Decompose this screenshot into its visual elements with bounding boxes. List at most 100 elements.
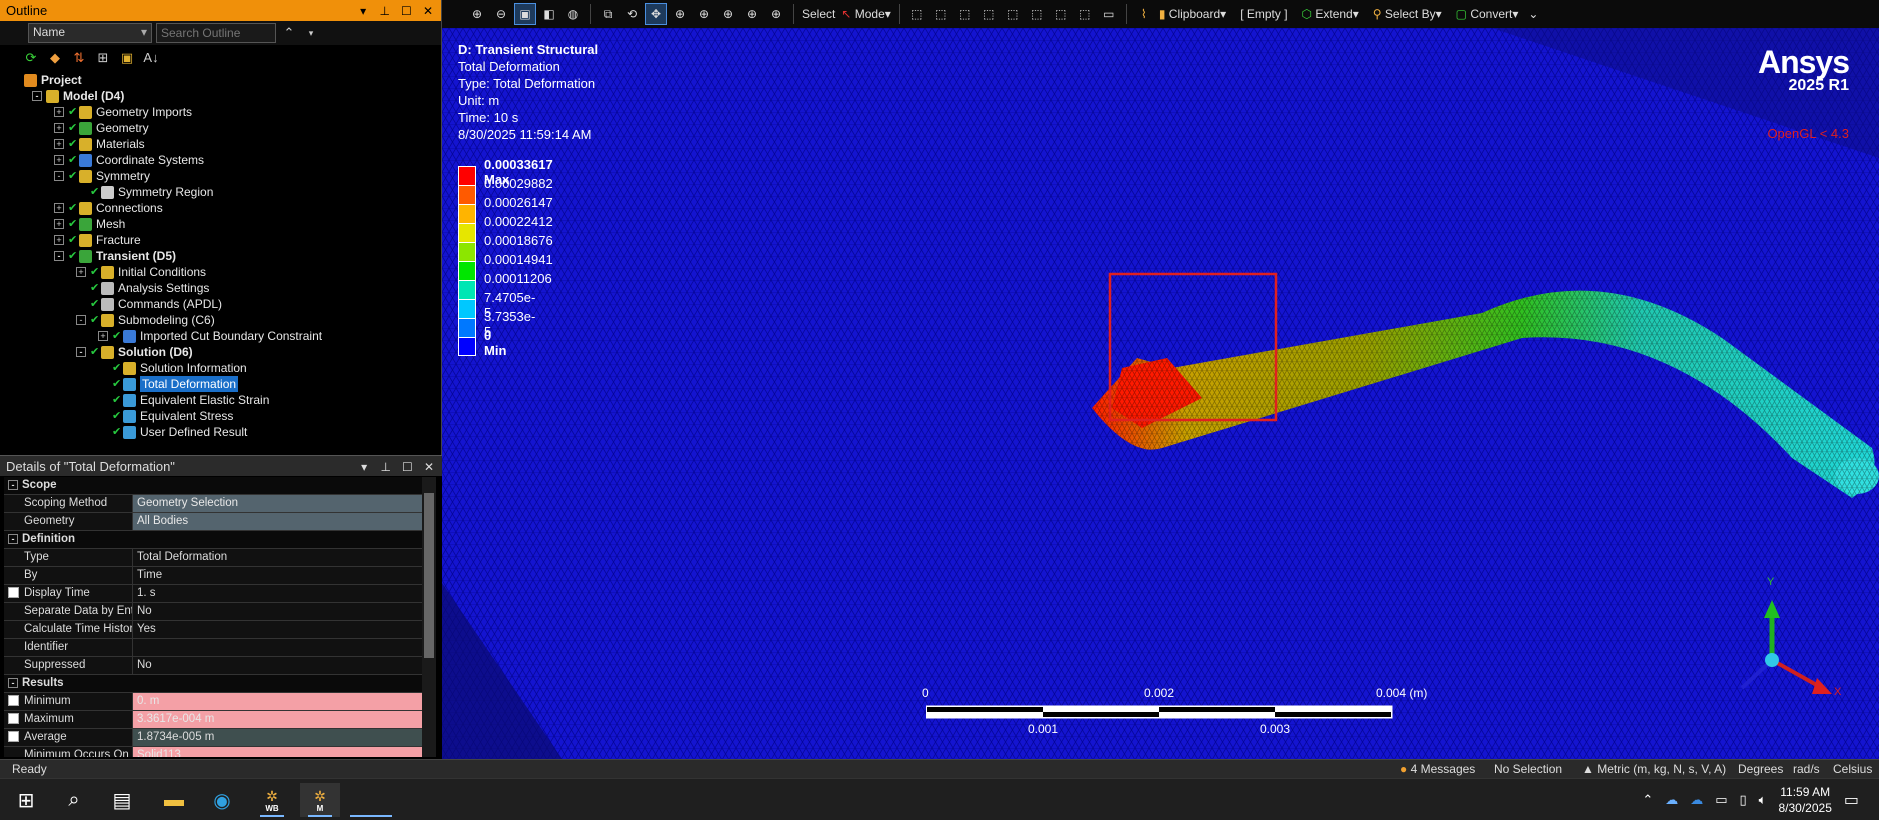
- property-value[interactable]: 1.8734e-005 m: [132, 729, 422, 746]
- angle-unit[interactable]: Degrees: [1738, 762, 1783, 776]
- tree-node[interactable]: ✔ Symmetry Region: [76, 184, 213, 200]
- eraser-icon[interactable]: ◆: [46, 49, 64, 67]
- tree-node[interactable]: - ✔ Symmetry: [54, 168, 150, 184]
- empty-taskbar-slot[interactable]: [350, 783, 392, 817]
- tree-node[interactable]: ✔ Equivalent Stress: [98, 408, 233, 424]
- tree-node[interactable]: + ✔ Connections: [54, 200, 163, 216]
- collapse-icon[interactable]: -: [54, 171, 64, 181]
- details-row[interactable]: By Time: [4, 567, 422, 585]
- property-value[interactable]: All Bodies: [132, 513, 422, 530]
- wireframe-icon[interactable]: ◍: [562, 3, 584, 25]
- chevron-up-icon[interactable]: ⌃: [1642, 792, 1653, 808]
- notification-icon[interactable]: ▭: [1844, 790, 1859, 810]
- graphics-viewport[interactable]: Y X D: Transient Structural Total Deform…: [442, 28, 1879, 759]
- name-filter-select[interactable]: Name: [28, 23, 152, 43]
- details-row[interactable]: Type Total Deformation: [4, 549, 422, 567]
- clipboard-button[interactable]: ▮ Clipboard ▾: [1157, 3, 1228, 25]
- collapse-icon[interactable]: -: [32, 91, 42, 101]
- messages-status[interactable]: ● 4 Messages: [1400, 762, 1475, 776]
- element-select-icon[interactable]: ⬚: [1026, 3, 1048, 25]
- grid-icon[interactable]: ⊞: [94, 49, 112, 67]
- expand-icon[interactable]: +: [54, 219, 64, 229]
- parameter-checkbox[interactable]: [8, 587, 19, 599]
- tree-node[interactable]: + ✔ Mesh: [54, 216, 125, 232]
- property-value[interactable]: Time: [132, 567, 422, 584]
- units-status[interactable]: ▲ Metric (m, kg, N, s, V, A): [1582, 762, 1726, 776]
- node-select-icon[interactable]: ⬚: [1002, 3, 1024, 25]
- details-row[interactable]: Minimum Occurs On Solid113: [4, 747, 422, 757]
- tree-node[interactable]: ✔ Commands (APDL): [76, 296, 222, 312]
- parameter-checkbox[interactable]: [8, 713, 19, 725]
- chevron-up-icon[interactable]: ⌃: [280, 24, 298, 42]
- face-select-icon[interactable]: ⬚: [954, 3, 976, 25]
- details-section[interactable]: - Results: [4, 675, 422, 693]
- cube-view-icon[interactable]: ▣: [514, 3, 536, 25]
- details-row[interactable]: Separate Data by EntityNo: [4, 603, 422, 621]
- details-row[interactable]: Calculate Time History Yes: [4, 621, 422, 639]
- mode-button[interactable]: ↖ Mode ▾: [839, 3, 892, 25]
- property-value[interactable]: No: [132, 657, 422, 674]
- folder-icon[interactable]: ▣: [118, 49, 136, 67]
- battery-icon[interactable]: ▯: [1740, 792, 1747, 808]
- refresh-icon[interactable]: ⟳: [22, 49, 40, 67]
- sort-icon[interactable]: ⇅: [70, 49, 88, 67]
- zoom-in-icon[interactable]: ⊕: [466, 3, 488, 25]
- select-by-button[interactable]: ⚲ Select By ▾: [1371, 3, 1444, 25]
- tree-node[interactable]: - Model (D4): [32, 88, 124, 104]
- convert-button[interactable]: ▢ Convert ▾: [1454, 3, 1521, 25]
- mechanical-taskbar-button[interactable]: ✲ M: [300, 783, 340, 817]
- vertex-select-icon[interactable]: ⬚: [906, 3, 928, 25]
- parameter-checkbox[interactable]: [8, 695, 19, 707]
- expand-icon[interactable]: +: [54, 155, 64, 165]
- toolbar-overflow-icon[interactable]: ⌄: [1522, 3, 1544, 25]
- tree-node[interactable]: ✔ Total Deformation: [98, 376, 239, 392]
- text-sort-icon[interactable]: A↓: [142, 49, 160, 67]
- tree-node[interactable]: + ✔ Materials: [54, 136, 145, 152]
- details-row[interactable]: Geometry All Bodies: [4, 513, 422, 531]
- tree-node[interactable]: + ✔ Geometry Imports: [54, 104, 192, 120]
- collapse-icon[interactable]: -: [76, 347, 86, 357]
- pan-icon[interactable]: ✥: [645, 3, 667, 25]
- magnifier-icon[interactable]: ⊕: [741, 3, 763, 25]
- collapse-icon[interactable]: -: [76, 315, 86, 325]
- property-value[interactable]: No: [132, 603, 422, 620]
- expand-icon[interactable]: +: [76, 267, 86, 277]
- property-value[interactable]: Solid113: [132, 747, 422, 757]
- solid-view-icon[interactable]: ◧: [538, 3, 560, 25]
- tree-node[interactable]: + ✔ Imported Cut Boundary Constraint: [98, 328, 322, 344]
- tree-node[interactable]: ✔ Solution Information: [98, 360, 247, 376]
- property-value[interactable]: 1. s: [132, 585, 422, 602]
- zoom-selection-icon[interactable]: ⊕: [765, 3, 787, 25]
- details-row[interactable]: Minimum 0. m: [4, 693, 422, 711]
- box-zoom-icon[interactable]: ⊕: [693, 3, 715, 25]
- property-value[interactable]: 3.3617e-004 m: [132, 711, 422, 728]
- comment-icon[interactable]: ▭: [1098, 3, 1120, 25]
- empty-label[interactable]: [ Empty ]: [1238, 3, 1289, 25]
- details-row[interactable]: Average 1.8734e-005 m: [4, 729, 422, 747]
- property-value[interactable]: Geometry Selection: [132, 495, 422, 512]
- details-row[interactable]: Display Time 1. s: [4, 585, 422, 603]
- details-row[interactable]: Maximum 3.3617e-004 m: [4, 711, 422, 729]
- dropdown-icon[interactable]: ▾: [357, 460, 371, 474]
- collapse-icon[interactable]: -: [8, 480, 18, 490]
- tree-node[interactable]: Project: [10, 72, 82, 88]
- zoom-fit-icon[interactable]: ⊕: [717, 3, 739, 25]
- zoom-icon[interactable]: ⊕: [669, 3, 691, 25]
- section-header[interactable]: - Definition: [4, 531, 422, 548]
- maximize-icon[interactable]: ☐: [399, 4, 413, 18]
- collapse-icon[interactable]: -: [8, 678, 18, 688]
- network-icon[interactable]: ▭: [1715, 792, 1727, 808]
- graph-icon[interactable]: ⌇: [1133, 3, 1155, 25]
- collapse-icon[interactable]: -: [8, 534, 18, 544]
- parameter-checkbox[interactable]: [8, 731, 19, 743]
- tree-node[interactable]: + ✔ Coordinate Systems: [54, 152, 204, 168]
- chevron-down-icon[interactable]: ▾: [302, 24, 320, 42]
- section-header[interactable]: - Scope: [4, 477, 422, 494]
- property-value[interactable]: [132, 639, 422, 656]
- expand-icon[interactable]: +: [54, 107, 64, 117]
- details-scrollbar[interactable]: [422, 477, 436, 757]
- search-outline-input[interactable]: [156, 23, 276, 43]
- tree-node[interactable]: ✔ User Defined Result: [98, 424, 247, 440]
- property-value[interactable]: Total Deformation: [132, 549, 422, 566]
- tree-node[interactable]: - ✔ Transient (D5): [54, 248, 176, 264]
